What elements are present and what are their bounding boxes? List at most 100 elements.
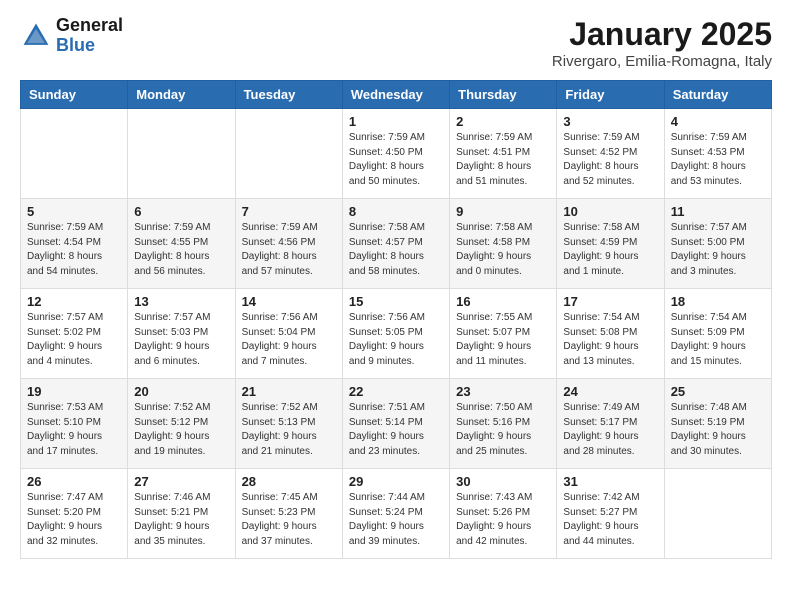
calendar: SundayMondayTuesdayWednesdayThursdayFrid…: [20, 80, 772, 559]
day-info: Sunrise: 7:58 AM Sunset: 4:59 PM Dayligh…: [563, 221, 657, 279]
day-info: Sunrise: 7:57 AM Sunset: 5:03 PM Dayligh…: [134, 311, 228, 369]
day-number: 29: [349, 474, 443, 489]
day-number: 31: [563, 474, 657, 489]
day-info: Sunrise: 7:57 AM Sunset: 5:02 PM Dayligh…: [27, 311, 121, 369]
day-cell: 13Sunrise: 7:57 AM Sunset: 5:03 PM Dayli…: [128, 289, 235, 379]
day-cell: 10 Sunrise: 7:58 AM Sunset: 4:59 PM Dayli…: [557, 199, 664, 289]
day-cell: 30 Sunrise: 7:43 AM Sunset: 5:26 PM Dayli…: [450, 469, 557, 559]
day-number: 26: [27, 474, 121, 489]
day-cell: 29 Sunrise: 7:44 AM Sunset: 5:24 PM Dayli…: [342, 469, 449, 559]
day-cell: 16 Sunrise: 7:55 AM Sunset: 5:07 PM Dayli…: [450, 289, 557, 379]
day-cell: 3 Sunrise: 7:59 AM Sunset: 4:52 PM Daylig…: [557, 109, 664, 199]
day-cell: 31 Sunrise: 7:42 AM Sunset: 5:27 PM Dayli…: [557, 469, 664, 559]
day-info: Sunrise: 7:59 AM Sunset: 4:50 PM Dayligh…: [349, 131, 443, 189]
day-number: 27: [134, 474, 228, 489]
location: Rivergaro, Emilia-Romagna, Italy: [552, 53, 772, 70]
day-info: Sunrise: 7:44 AM Sunset: 5:24 PM Dayligh…: [349, 491, 443, 549]
day-number: 21: [242, 384, 336, 399]
day-info: Sunrise: 7:59 AM Sunset: 4:54 PM Dayligh…: [27, 221, 121, 279]
logo-icon: [20, 20, 52, 52]
day-cell: 9Sunrise: 7:58 AM Sunset: 4:58 PM Daylig…: [450, 199, 557, 289]
day-info: Sunrise: 7:46 AM Sunset: 5:21 PM Dayligh…: [134, 491, 228, 549]
day-info: Sunrise: 7:54 AM Sunset: 5:09 PM Dayligh…: [671, 311, 765, 369]
day-info: Sunrise: 7:56 AM Sunset: 5:04 PM Dayligh…: [242, 311, 336, 369]
week-row-2: 5Sunrise: 7:59 AM Sunset: 4:54 PM Daylig…: [21, 199, 772, 289]
day-number: 16: [456, 294, 550, 309]
day-cell: [21, 109, 128, 199]
day-number: 11: [671, 204, 765, 219]
day-cell: 19 Sunrise: 7:53 AM Sunset: 5:10 PM Dayli…: [21, 379, 128, 469]
day-cell: 7 Sunrise: 7:59 AM Sunset: 4:56 PM Daylig…: [235, 199, 342, 289]
day-info: Sunrise: 7:59 AM Sunset: 4:56 PM Dayligh…: [242, 221, 336, 279]
day-cell: 24 Sunrise: 7:49 AM Sunset: 5:17 PM Dayli…: [557, 379, 664, 469]
day-cell: 21 Sunrise: 7:52 AM Sunset: 5:13 PM Dayli…: [235, 379, 342, 469]
weekday-header-row: SundayMondayTuesdayWednesdayThursdayFrid…: [21, 81, 772, 109]
day-number: 15: [349, 294, 443, 309]
week-row-5: 26 Sunrise: 7:47 AM Sunset: 5:20 PM Dayli…: [21, 469, 772, 559]
week-row-3: 12 Sunrise: 7:57 AM Sunset: 5:02 PM Dayli…: [21, 289, 772, 379]
day-cell: [664, 469, 771, 559]
day-cell: 12 Sunrise: 7:57 AM Sunset: 5:02 PM Dayli…: [21, 289, 128, 379]
weekday-header-friday: Friday: [557, 81, 664, 109]
day-info: Sunrise: 7:59 AM Sunset: 4:51 PM Dayligh…: [456, 131, 550, 189]
weekday-header-monday: Monday: [128, 81, 235, 109]
day-number: 20: [134, 384, 228, 399]
day-info: Sunrise: 7:42 AM Sunset: 5:27 PM Dayligh…: [563, 491, 657, 549]
week-row-4: 19 Sunrise: 7:53 AM Sunset: 5:10 PM Dayli…: [21, 379, 772, 469]
day-number: 19: [27, 384, 121, 399]
day-cell: 5Sunrise: 7:59 AM Sunset: 4:54 PM Daylig…: [21, 199, 128, 289]
day-number: 30: [456, 474, 550, 489]
weekday-header-saturday: Saturday: [664, 81, 771, 109]
day-number: 7: [242, 204, 336, 219]
day-number: 18: [671, 294, 765, 309]
day-info: Sunrise: 7:50 AM Sunset: 5:16 PM Dayligh…: [456, 401, 550, 459]
day-info: Sunrise: 7:48 AM Sunset: 5:19 PM Dayligh…: [671, 401, 765, 459]
day-number: 14: [242, 294, 336, 309]
logo-text: General Blue: [56, 16, 123, 56]
day-number: 8: [349, 204, 443, 219]
day-info: Sunrise: 7:58 AM Sunset: 4:57 PM Dayligh…: [349, 221, 443, 279]
day-info: Sunrise: 7:59 AM Sunset: 4:53 PM Dayligh…: [671, 131, 765, 189]
day-info: Sunrise: 7:58 AM Sunset: 4:58 PM Dayligh…: [456, 221, 550, 279]
week-row-1: 1Sunrise: 7:59 AM Sunset: 4:50 PM Daylig…: [21, 109, 772, 199]
logo: General Blue: [20, 16, 123, 56]
day-cell: 28Sunrise: 7:45 AM Sunset: 5:23 PM Dayli…: [235, 469, 342, 559]
day-number: 6: [134, 204, 228, 219]
day-cell: 20 Sunrise: 7:52 AM Sunset: 5:12 PM Dayli…: [128, 379, 235, 469]
day-info: Sunrise: 7:52 AM Sunset: 5:12 PM Dayligh…: [134, 401, 228, 459]
day-cell: [128, 109, 235, 199]
day-number: 3: [563, 114, 657, 129]
day-info: Sunrise: 7:47 AM Sunset: 5:20 PM Dayligh…: [27, 491, 121, 549]
day-cell: 4 Sunrise: 7:59 AM Sunset: 4:53 PM Daylig…: [664, 109, 771, 199]
weekday-header-tuesday: Tuesday: [235, 81, 342, 109]
day-cell: 22 Sunrise: 7:51 AM Sunset: 5:14 PM Dayli…: [342, 379, 449, 469]
day-cell: [235, 109, 342, 199]
day-number: 2: [456, 114, 550, 129]
day-cell: 26 Sunrise: 7:47 AM Sunset: 5:20 PM Dayli…: [21, 469, 128, 559]
day-cell: 1Sunrise: 7:59 AM Sunset: 4:50 PM Daylig…: [342, 109, 449, 199]
title-block: January 2025 Rivergaro, Emilia-Romagna, …: [552, 16, 772, 70]
day-number: 28: [242, 474, 336, 489]
day-number: 23: [456, 384, 550, 399]
logo-blue-text: Blue: [56, 36, 123, 56]
day-info: Sunrise: 7:52 AM Sunset: 5:13 PM Dayligh…: [242, 401, 336, 459]
day-cell: 11Sunrise: 7:57 AM Sunset: 5:00 PM Dayli…: [664, 199, 771, 289]
day-cell: 15Sunrise: 7:56 AM Sunset: 5:05 PM Dayli…: [342, 289, 449, 379]
day-info: Sunrise: 7:53 AM Sunset: 5:10 PM Dayligh…: [27, 401, 121, 459]
day-info: Sunrise: 7:43 AM Sunset: 5:26 PM Dayligh…: [456, 491, 550, 549]
day-cell: 18 Sunrise: 7:54 AM Sunset: 5:09 PM Dayli…: [664, 289, 771, 379]
day-number: 4: [671, 114, 765, 129]
day-cell: 2 Sunrise: 7:59 AM Sunset: 4:51 PM Daylig…: [450, 109, 557, 199]
day-number: 22: [349, 384, 443, 399]
day-number: 10: [563, 204, 657, 219]
header: General Blue January 2025 Rivergaro, Emi…: [20, 16, 772, 70]
day-info: Sunrise: 7:49 AM Sunset: 5:17 PM Dayligh…: [563, 401, 657, 459]
day-info: Sunrise: 7:55 AM Sunset: 5:07 PM Dayligh…: [456, 311, 550, 369]
weekday-header-sunday: Sunday: [21, 81, 128, 109]
day-info: Sunrise: 7:59 AM Sunset: 4:52 PM Dayligh…: [563, 131, 657, 189]
day-number: 24: [563, 384, 657, 399]
day-number: 12: [27, 294, 121, 309]
day-cell: 6 Sunrise: 7:59 AM Sunset: 4:55 PM Daylig…: [128, 199, 235, 289]
day-info: Sunrise: 7:51 AM Sunset: 5:14 PM Dayligh…: [349, 401, 443, 459]
day-info: Sunrise: 7:59 AM Sunset: 4:55 PM Dayligh…: [134, 221, 228, 279]
